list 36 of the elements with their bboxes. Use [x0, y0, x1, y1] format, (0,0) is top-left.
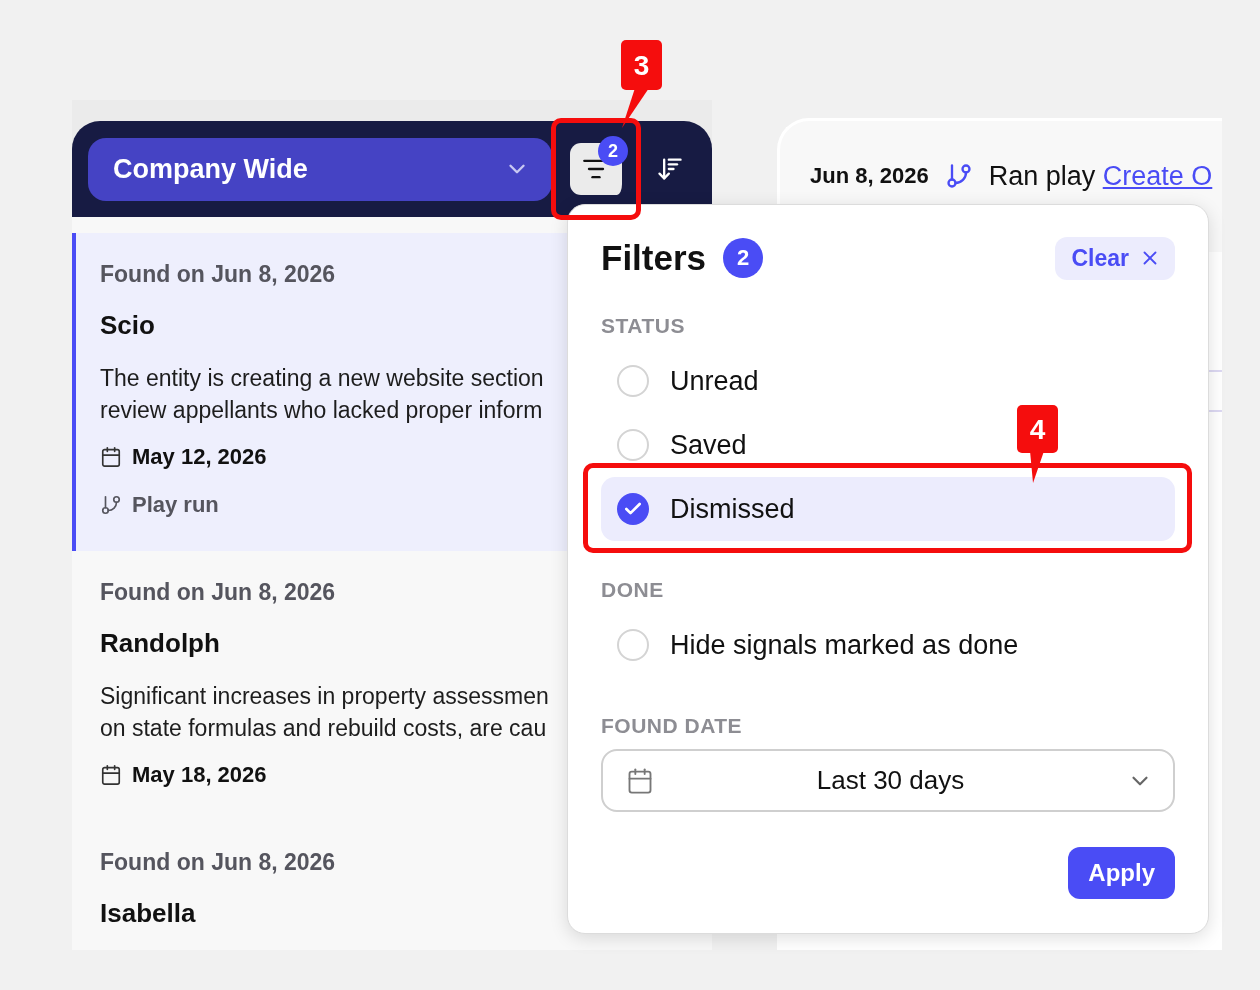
signal-date: May 18, 2026 — [132, 762, 267, 788]
checkbox[interactable] — [617, 429, 649, 461]
popover-title: Filters — [601, 238, 707, 278]
checkbox[interactable] — [617, 493, 649, 525]
calendar-icon — [100, 764, 122, 786]
section-heading: STATUS — [601, 315, 685, 337]
signal-title: Randolph — [100, 627, 220, 659]
calendar-icon — [100, 446, 122, 468]
clear-button[interactable]: Clear — [1055, 236, 1175, 280]
apply-button[interactable]: Apply — [1068, 847, 1175, 899]
section-heading: DONE — [601, 579, 664, 601]
count-badge: 2 — [598, 136, 628, 166]
play-run-label: Play run — [132, 492, 219, 518]
branch-icon — [944, 162, 973, 190]
signal-title: Scio — [100, 309, 155, 341]
play-link[interactable]: Create O — [1102, 160, 1213, 191]
activity-date: Jun 8, 2026 — [810, 163, 929, 189]
found-date: Found on Jun 8, 2026 — [100, 260, 336, 289]
section-heading: FOUND DATE — [601, 715, 743, 737]
signal-description: The entity is creating a new website section review appellants who lacked proper inform — [100, 364, 545, 425]
signal-title: Isabella — [100, 897, 196, 929]
filter-option[interactable]: Dismissed — [601, 477, 1175, 541]
found-date: Found on Jun 8, 2026 — [100, 848, 336, 877]
found-date: Found on Jun 8, 2026 — [100, 578, 336, 607]
signal-description: Significant increases in property assessmen on state formulas and rebuild costs, are cau — [100, 682, 550, 743]
filter-option[interactable]: Hide signals marked as done — [601, 613, 1035, 677]
date-range-select[interactable]: Last 30 days — [601, 749, 1175, 812]
calendar-icon — [626, 766, 654, 795]
count-badge: 2 — [723, 238, 764, 278]
checkbox[interactable] — [617, 629, 649, 661]
scope-dropdown[interactable]: Company Wide — [88, 137, 552, 201]
branch-icon — [100, 494, 122, 516]
activity-text: Ran play Create O — [988, 160, 1213, 192]
signal-date: May 12, 2026 — [132, 444, 267, 470]
filter-button[interactable]: 2 — [570, 136, 628, 195]
checkbox[interactable] — [617, 365, 649, 397]
